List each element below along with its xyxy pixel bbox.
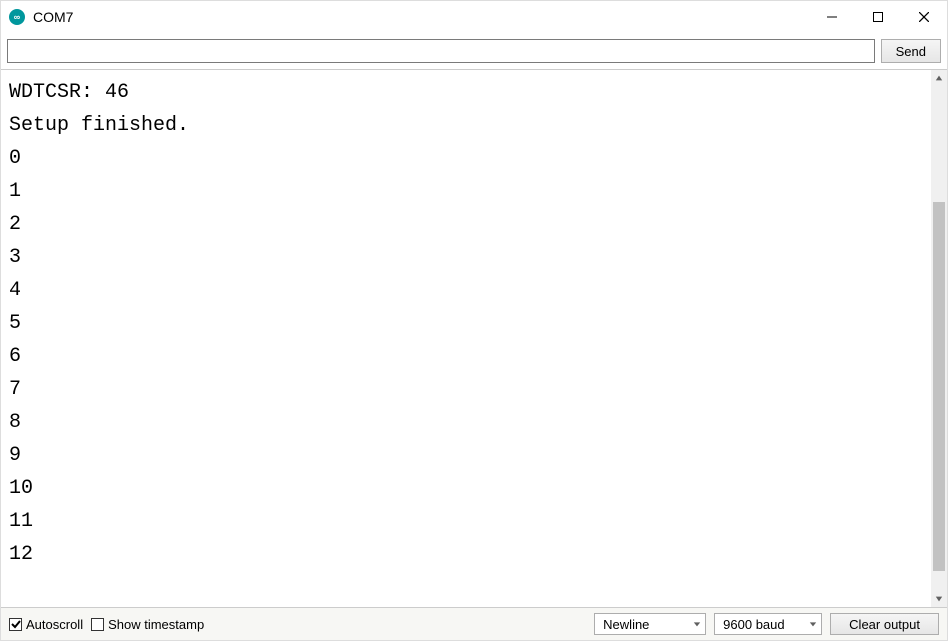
maximize-button[interactable] — [855, 1, 901, 33]
autoscroll-checkbox[interactable]: Autoscroll — [9, 617, 83, 632]
scrollbar-thumb[interactable] — [933, 202, 945, 571]
serial-input[interactable] — [7, 39, 875, 63]
line-ending-select[interactable]: Newline — [594, 613, 706, 635]
scroll-up-icon[interactable] — [931, 70, 947, 86]
scrollbar-track[interactable] — [931, 86, 947, 591]
titlebar: ∞ COM7 — [1, 1, 947, 33]
autoscroll-label: Autoscroll — [26, 617, 83, 632]
send-row: Send — [1, 33, 947, 70]
arduino-icon: ∞ — [9, 9, 25, 25]
footer: Autoscroll Show timestamp Newline 9600 b… — [1, 608, 947, 640]
checkbox-checked-icon — [9, 618, 22, 631]
vertical-scrollbar[interactable] — [931, 70, 947, 607]
show-timestamp-label: Show timestamp — [108, 617, 204, 632]
minimize-button[interactable] — [809, 1, 855, 33]
send-button[interactable]: Send — [881, 39, 941, 63]
baud-rate-value: 9600 baud — [723, 617, 784, 632]
checkbox-unchecked-icon — [91, 618, 104, 631]
serial-output: WDTCSR: 46 Setup finished. 0 1 2 3 4 5 6… — [1, 70, 931, 607]
baud-rate-select[interactable]: 9600 baud — [714, 613, 822, 635]
chevron-down-icon — [809, 620, 817, 628]
scroll-down-icon[interactable] — [931, 591, 947, 607]
window-title: COM7 — [33, 9, 809, 25]
close-button[interactable] — [901, 1, 947, 33]
window-controls — [809, 1, 947, 33]
clear-output-button[interactable]: Clear output — [830, 613, 939, 635]
output-area: WDTCSR: 46 Setup finished. 0 1 2 3 4 5 6… — [1, 70, 947, 608]
line-ending-value: Newline — [603, 617, 649, 632]
chevron-down-icon — [693, 620, 701, 628]
show-timestamp-checkbox[interactable]: Show timestamp — [91, 617, 204, 632]
